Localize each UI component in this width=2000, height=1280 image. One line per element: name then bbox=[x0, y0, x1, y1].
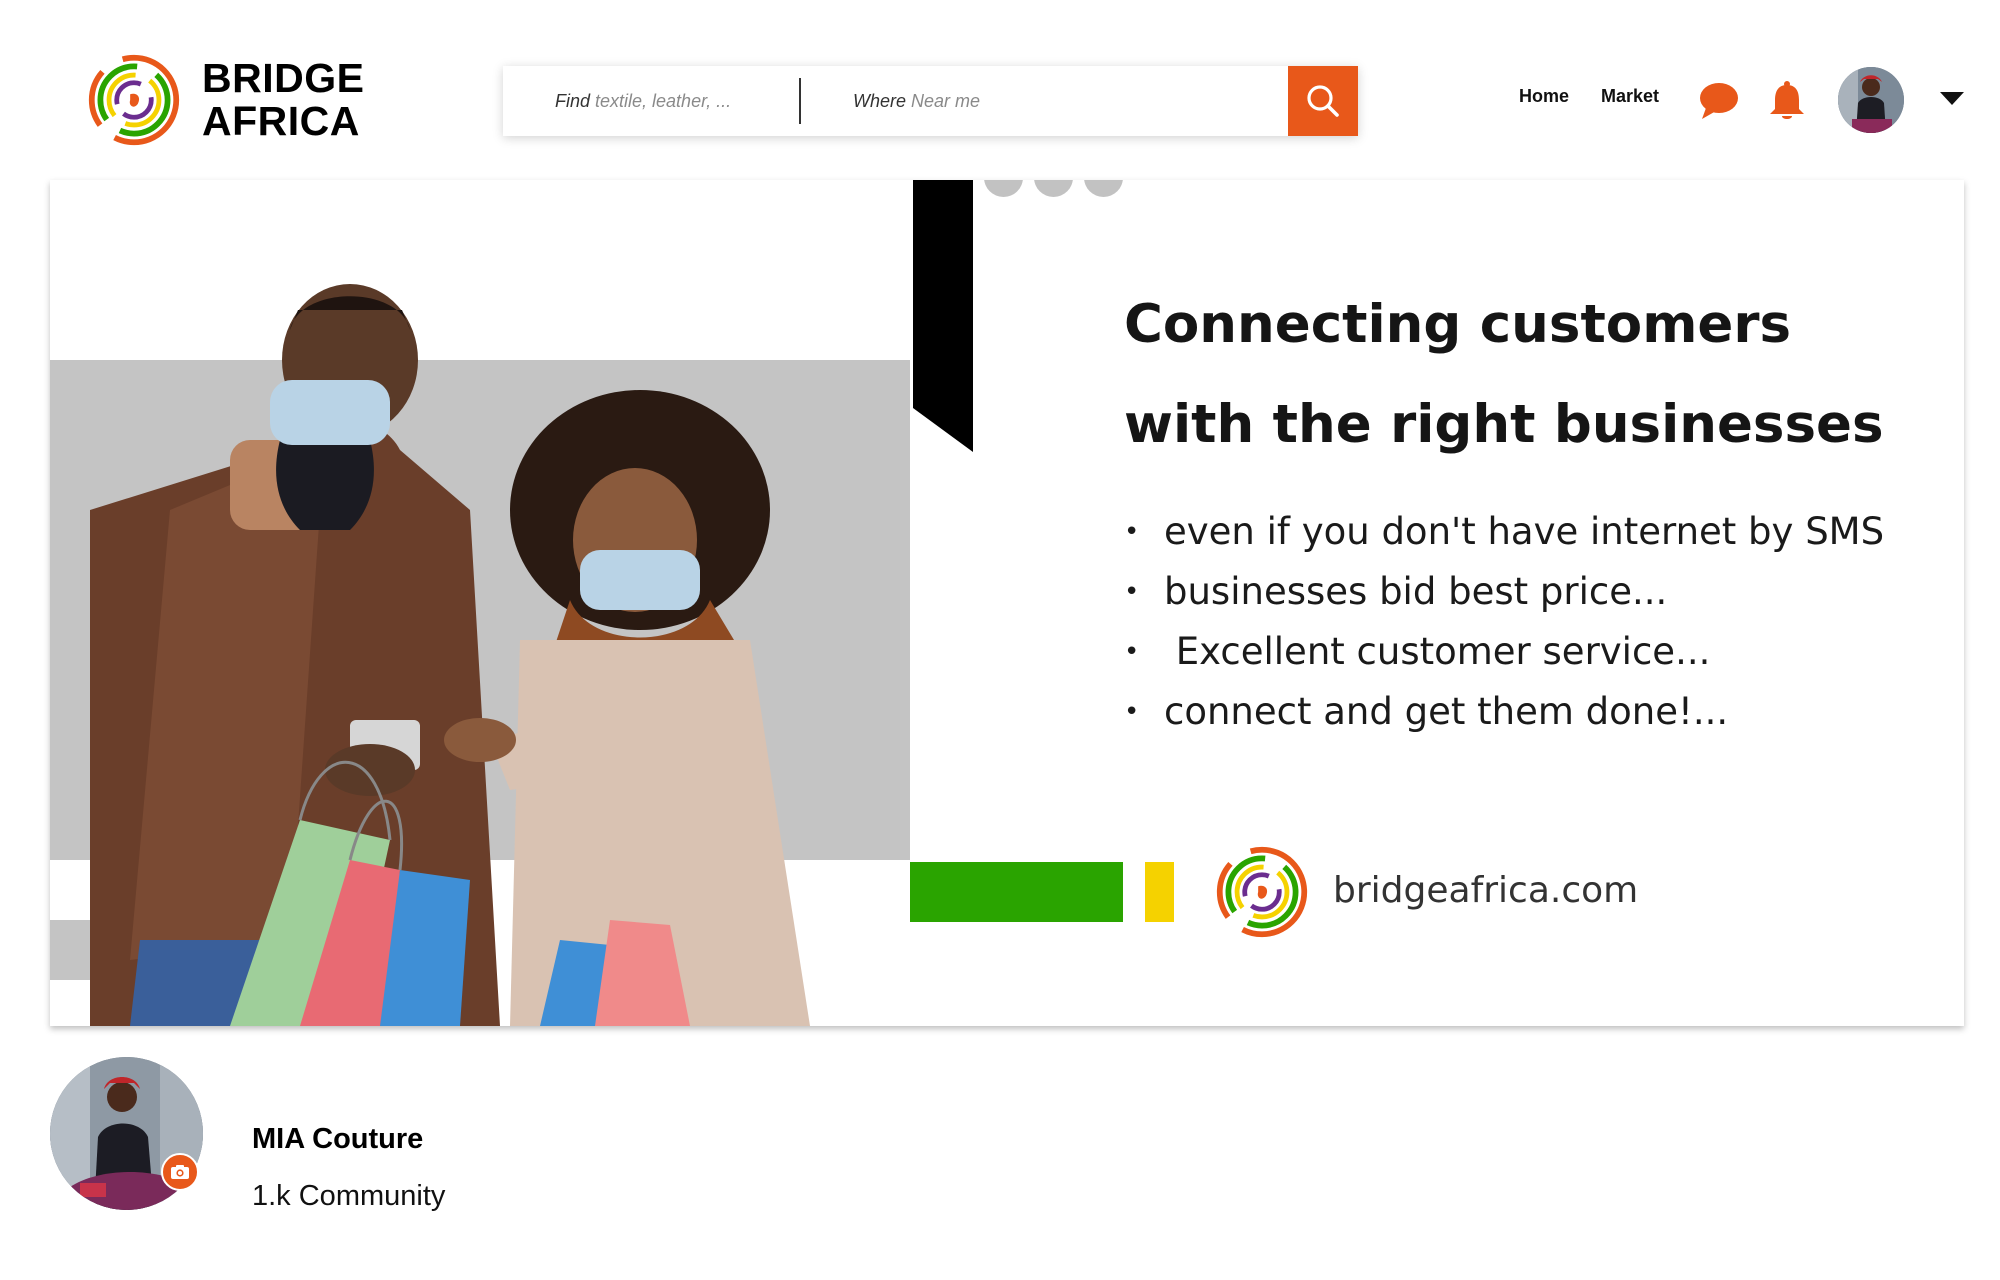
community-count: 1.k Community bbox=[252, 1180, 446, 1212]
nav-home[interactable]: Home bbox=[1519, 86, 1569, 107]
bullet-item: • Excellent customer service... bbox=[1124, 622, 1944, 682]
bullet-dot-icon: • bbox=[1124, 697, 1140, 727]
bridge-africa-logo-icon bbox=[1216, 846, 1308, 938]
bullet-item: • businesses bid best price... bbox=[1124, 562, 1944, 622]
where-input[interactable]: Where Near me bbox=[801, 91, 1358, 112]
find-input[interactable]: Find textile, leather, ... bbox=[503, 91, 799, 112]
search-bar: Find textile, leather, ... Where Near me bbox=[503, 66, 1358, 136]
bullet-text: even if you don't have internet by SMS bbox=[1164, 510, 1885, 553]
slide-dot-1[interactable] bbox=[984, 180, 1023, 197]
bullet-item: • even if you don't have internet by SMS bbox=[1124, 502, 1944, 562]
brand-name-line2: AFRICA bbox=[202, 98, 360, 144]
slide-dot-3[interactable] bbox=[1084, 180, 1123, 197]
brand-name-line1: BRIDGE bbox=[202, 55, 365, 101]
bullet-text: Excellent customer service... bbox=[1164, 630, 1711, 673]
banner-headline: Connecting customers with the right busi… bbox=[1124, 275, 1944, 475]
user-avatar-image bbox=[1838, 67, 1904, 133]
search-icon bbox=[1307, 85, 1339, 117]
find-placeholder: textile, leather, ... bbox=[595, 90, 732, 111]
find-label: Find bbox=[555, 90, 591, 111]
where-placeholder: Near me bbox=[911, 90, 981, 111]
chat-icon[interactable] bbox=[1698, 81, 1740, 121]
banner-black-ribbon bbox=[913, 180, 973, 452]
bridge-africa-logo-icon bbox=[88, 54, 180, 146]
bullet-item: • connect and get them done!... bbox=[1124, 682, 1944, 742]
change-photo-button[interactable] bbox=[161, 1153, 199, 1191]
where-label: Where bbox=[853, 90, 907, 111]
banner-photo-couple-shopping bbox=[50, 284, 910, 1026]
business-name: MIA Couture bbox=[252, 1123, 424, 1155]
bullet-dot-icon: • bbox=[1124, 577, 1140, 607]
bullet-dot-icon: • bbox=[1124, 637, 1140, 667]
slide-indicators bbox=[984, 180, 1123, 197]
slide-dot-2[interactable] bbox=[1034, 180, 1073, 197]
bell-icon[interactable] bbox=[1767, 80, 1807, 122]
yellow-accent-bar bbox=[1145, 862, 1174, 922]
brand-logo[interactable]: BRIDGE AFRICA bbox=[86, 52, 364, 148]
banner-url: bridgeafrica.com bbox=[1333, 870, 1639, 911]
banner-bullet-list: • even if you don't have internet by SMS … bbox=[1124, 502, 1944, 742]
bullet-text: businesses bid best price... bbox=[1164, 570, 1668, 613]
brand-name: BRIDGE AFRICA bbox=[202, 57, 364, 143]
caret-down-icon[interactable] bbox=[1940, 92, 1964, 105]
headline-line1: Connecting customers bbox=[1124, 294, 1792, 355]
camera-icon bbox=[171, 1165, 189, 1179]
search-button[interactable] bbox=[1288, 66, 1358, 136]
user-avatar[interactable] bbox=[1838, 67, 1904, 133]
bullet-text: connect and get them done!... bbox=[1164, 690, 1729, 733]
nav-market[interactable]: Market bbox=[1601, 86, 1659, 107]
headline-line2: with the right businesses bbox=[1124, 394, 1884, 455]
green-accent-bar bbox=[910, 862, 1123, 922]
hero-banner: Connecting customers with the right busi… bbox=[50, 180, 1964, 1026]
bullet-dot-icon: • bbox=[1124, 517, 1140, 547]
